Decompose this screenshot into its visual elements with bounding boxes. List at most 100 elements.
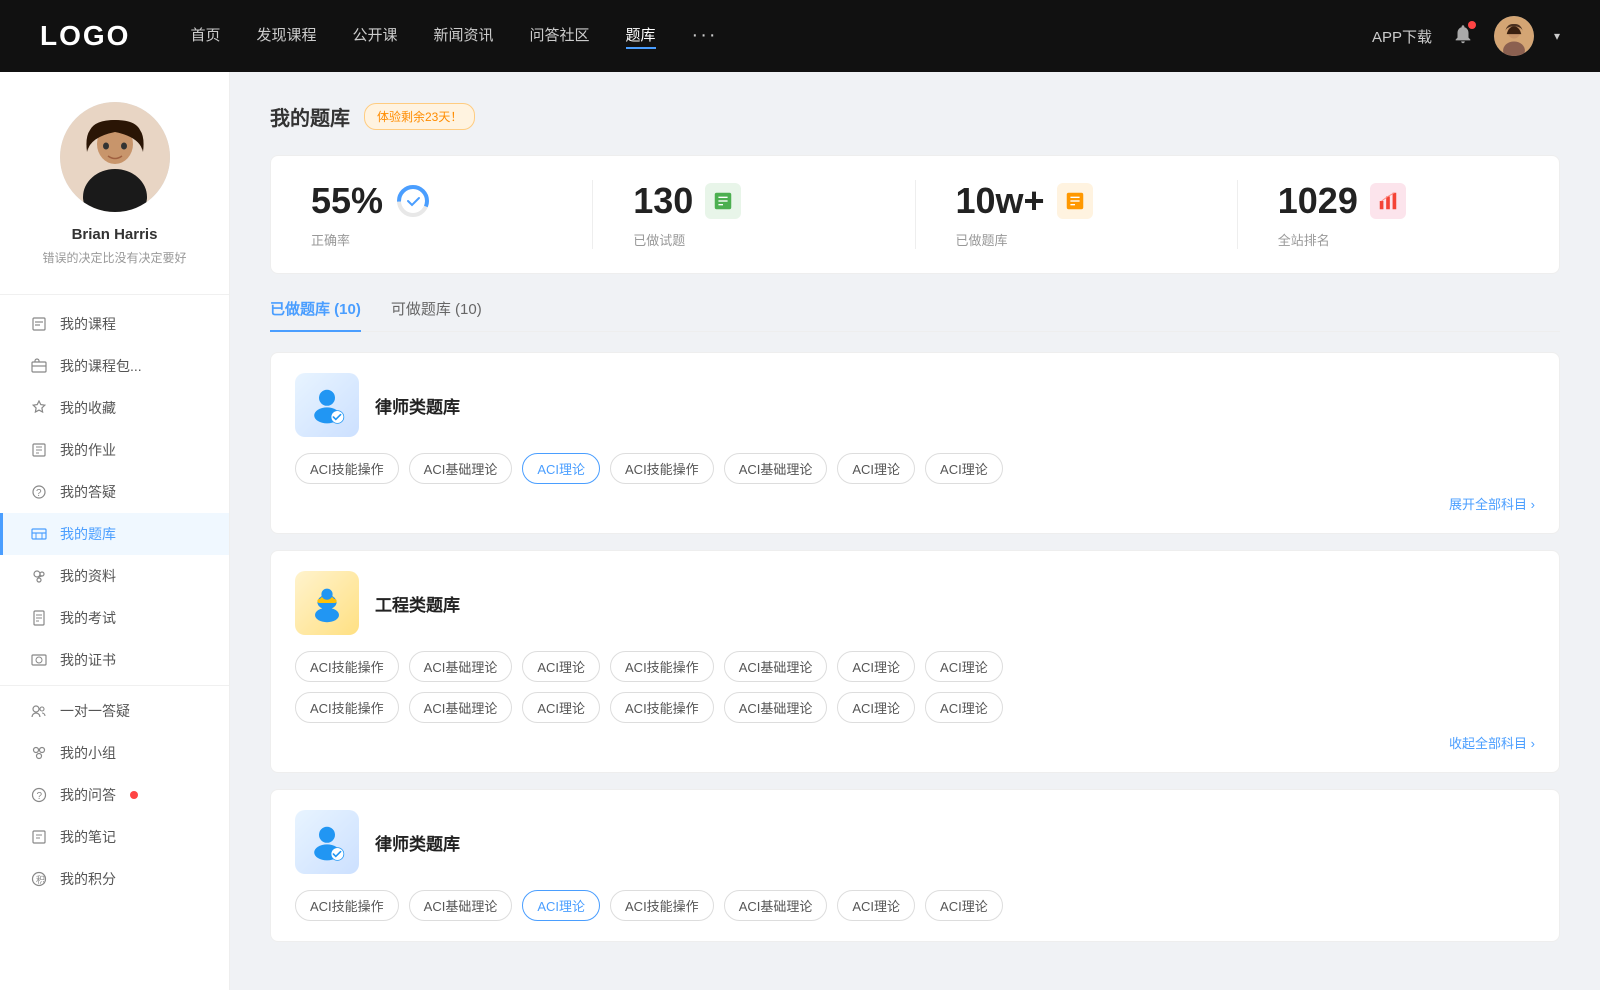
material-icon: [30, 567, 48, 585]
svg-text:?: ?: [37, 791, 43, 802]
tag[interactable]: ACI基础理论: [724, 453, 828, 484]
sidebar-item-homework[interactable]: 我的作业: [0, 429, 229, 471]
list-orange-icon: [1057, 183, 1093, 219]
tag[interactable]: ACI基础理论: [724, 651, 828, 682]
sidebar-item-label: 我的资料: [60, 566, 116, 586]
sidebar-divider: [0, 294, 229, 295]
tag[interactable]: ACI理论: [522, 651, 600, 682]
stats-row: 55% 正确率 130: [270, 155, 1560, 274]
sidebar-item-material[interactable]: 我的资料: [0, 555, 229, 597]
trial-badge: 体验剩余23天！: [364, 103, 475, 130]
main-content: 我的题库 体验剩余23天！ 55% 正确: [230, 72, 1600, 990]
stat-accuracy: 55% 正确率: [271, 180, 593, 249]
stat-top-accuracy: 55%: [311, 180, 431, 222]
tag[interactable]: ACI理论: [925, 651, 1003, 682]
sidebar-menu: 我的课程 我的课程包... 我的收藏 我的作业: [0, 303, 229, 900]
tab-available-banks[interactable]: 可做题库 (10): [391, 298, 482, 331]
page-header: 我的题库 体验剩余23天！: [270, 102, 1560, 131]
tag[interactable]: ACI技能操作: [610, 651, 714, 682]
tag[interactable]: ACI基础理论: [409, 890, 513, 921]
notification-bell[interactable]: [1452, 23, 1474, 50]
tag[interactable]: ACI基础理论: [409, 692, 513, 723]
tag-active[interactable]: ACI理论: [522, 453, 600, 484]
tag[interactable]: ACI理论: [837, 651, 915, 682]
navbar: LOGO 首页 发现课程 公开课 新闻资讯 问答社区 题库 ··· APP下载 …: [0, 0, 1600, 72]
nav-link-more[interactable]: ···: [692, 24, 718, 49]
notes-icon: [30, 828, 48, 846]
stat-label-ranking: 全站排名: [1278, 230, 1330, 249]
tag[interactable]: ACI技能操作: [295, 651, 399, 682]
nav-link-discover[interactable]: 发现课程: [256, 24, 316, 49]
tag[interactable]: ACI理论: [925, 692, 1003, 723]
engineer-icon: [295, 571, 359, 635]
nav-right: APP下载 ▾: [1372, 16, 1560, 56]
app-download-button[interactable]: APP下载: [1372, 26, 1432, 47]
nav-link-qa[interactable]: 问答社区: [530, 24, 590, 49]
accuracy-icon: [395, 183, 431, 219]
bank-card-lawyer-2: 律师类题库 ACI技能操作 ACI基础理论 ACI理论 ACI技能操作 ACI基…: [270, 789, 1560, 942]
tag[interactable]: ACI理论: [925, 890, 1003, 921]
tag[interactable]: ACI基础理论: [409, 651, 513, 682]
stat-label-done-banks: 已做题库: [956, 230, 1008, 249]
stat-label-done-questions: 已做试题: [633, 230, 685, 249]
sidebar-item-label: 我的收藏: [60, 398, 116, 418]
stat-top-done-banks: 10w+: [956, 180, 1093, 222]
sidebar-item-cert[interactable]: 我的证书: [0, 639, 229, 681]
sidebar-item-label: 我的问答: [60, 785, 116, 805]
star-icon: [30, 399, 48, 417]
sidebar-item-package[interactable]: 我的课程包...: [0, 345, 229, 387]
nav-link-news[interactable]: 新闻资讯: [434, 24, 494, 49]
tag[interactable]: ACI基础理论: [724, 692, 828, 723]
lawyer-icon-2: [295, 810, 359, 874]
tag[interactable]: ACI技能操作: [610, 890, 714, 921]
stat-num-done-questions: 130: [633, 180, 693, 222]
sidebar-motto: 错误的决定比没有决定要好: [20, 249, 209, 266]
nav-link-open[interactable]: 公开课: [352, 24, 397, 49]
tag[interactable]: ACI基础理论: [724, 890, 828, 921]
sidebar-item-label: 我的证书: [60, 650, 116, 670]
sidebar-item-notes[interactable]: 我的笔记: [0, 816, 229, 858]
tag[interactable]: ACI理论: [837, 890, 915, 921]
tag[interactable]: ACI理论: [837, 692, 915, 723]
tag[interactable]: ACI基础理论: [409, 453, 513, 484]
sidebar-item-label: 我的题库: [60, 524, 116, 544]
sidebar-item-bank[interactable]: 我的题库: [0, 513, 229, 555]
nav-link-home[interactable]: 首页: [190, 24, 220, 49]
question-icon: ?: [30, 786, 48, 804]
sidebar-item-label: 我的答疑: [60, 482, 116, 502]
sidebar-item-qa[interactable]: ? 我的答疑: [0, 471, 229, 513]
tag[interactable]: ACI技能操作: [610, 453, 714, 484]
nav-links: 首页 发现课程 公开课 新闻资讯 问答社区 题库 ···: [190, 24, 1372, 49]
sidebar-item-label: 我的课程包...: [60, 356, 142, 376]
lawyer-icon: [295, 373, 359, 437]
tag[interactable]: ACI理论: [522, 692, 600, 723]
tag[interactable]: ACI技能操作: [610, 692, 714, 723]
stat-num-done-banks: 10w+: [956, 180, 1045, 222]
sidebar-item-favorites[interactable]: 我的收藏: [0, 387, 229, 429]
tag[interactable]: ACI技能操作: [295, 453, 399, 484]
sidebar-item-points[interactable]: 积 我的积分: [0, 858, 229, 900]
sidebar-item-label: 我的小组: [60, 743, 116, 763]
tag[interactable]: ACI理论: [925, 453, 1003, 484]
tag[interactable]: ACI理论: [837, 453, 915, 484]
sidebar-item-questions[interactable]: ? 我的问答: [0, 774, 229, 816]
sidebar-item-label: 我的笔记: [60, 827, 116, 847]
tab-done-banks[interactable]: 已做题库 (10): [270, 298, 361, 331]
sidebar-item-one-one[interactable]: 一对一答疑: [0, 690, 229, 732]
bank-card-header: 工程类题库: [295, 571, 1535, 635]
sidebar-item-course[interactable]: 我的课程: [0, 303, 229, 345]
stat-done-questions: 130 已做试题: [593, 180, 915, 249]
nav-link-bank[interactable]: 题库: [626, 24, 656, 49]
tag[interactable]: ACI技能操作: [295, 890, 399, 921]
bank-tags-engineer-row1: ACI技能操作 ACI基础理论 ACI理论 ACI技能操作 ACI基础理论 AC…: [295, 651, 1535, 682]
stat-top-done-questions: 130: [633, 180, 741, 222]
user-avatar[interactable]: [1494, 16, 1534, 56]
expand-link-lawyer-1[interactable]: 展开全部科目 ›: [295, 494, 1535, 513]
tag[interactable]: ACI技能操作: [295, 692, 399, 723]
sidebar-item-exam[interactable]: 我的考试: [0, 597, 229, 639]
sidebar-item-group[interactable]: 我的小组: [0, 732, 229, 774]
tag-active[interactable]: ACI理论: [522, 890, 600, 921]
page-title: 我的题库: [270, 102, 350, 131]
user-menu-chevron[interactable]: ▾: [1554, 29, 1560, 43]
collapse-link-engineer[interactable]: 收起全部科目 ›: [295, 733, 1535, 752]
